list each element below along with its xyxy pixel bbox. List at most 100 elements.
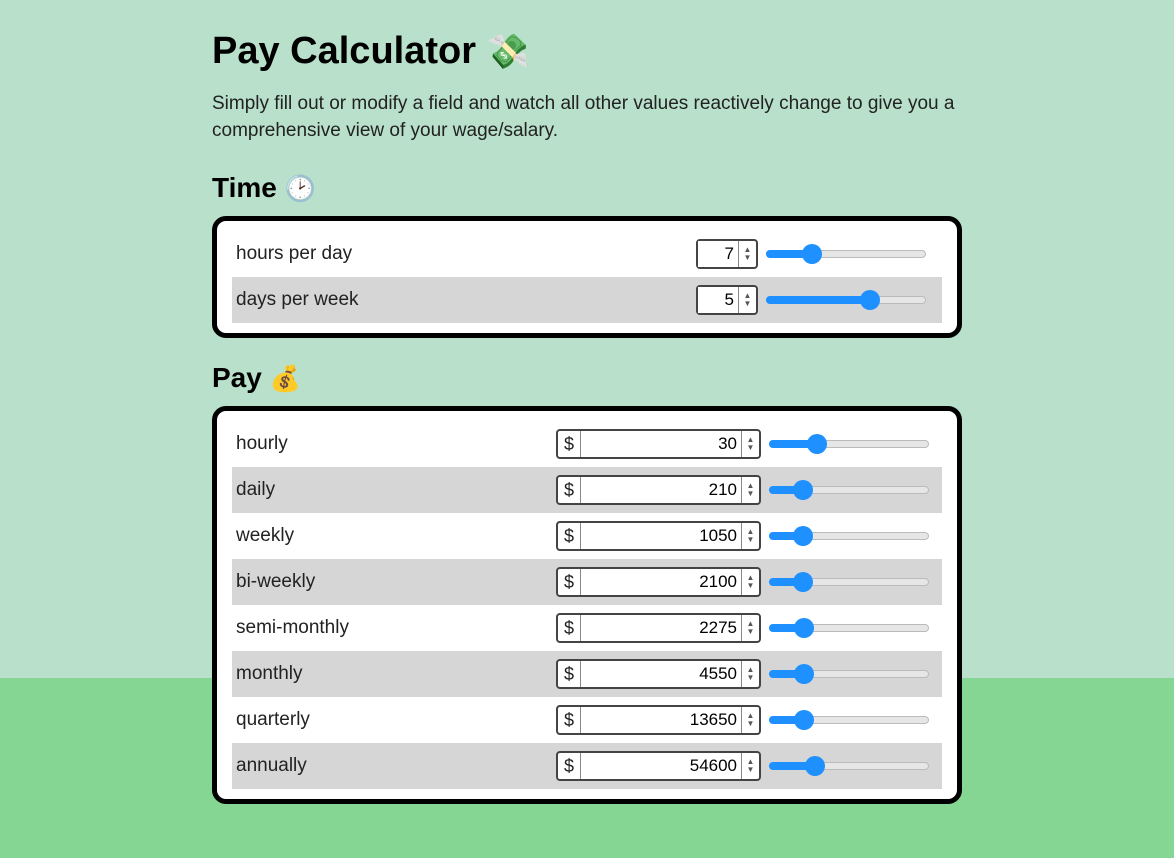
slider-thumb[interactable] [793,480,813,500]
spinner-down-icon[interactable]: ▼ [742,766,759,774]
pay-stepper[interactable]: $▲▼ [556,567,761,597]
spinner[interactable]: ▲▼ [741,523,759,549]
spinner-down-icon[interactable]: ▼ [742,674,759,682]
spinner-down-icon[interactable]: ▼ [742,444,759,452]
pay-input[interactable] [581,523,741,549]
slider-thumb[interactable] [805,756,825,776]
pay-stepper[interactable]: $ ▲▼ [556,521,761,551]
slider-thumb[interactable] [794,618,814,638]
pay-slider[interactable] [769,572,929,592]
slider-thumb[interactable] [793,526,813,546]
pay-input[interactable] [581,477,741,503]
title-text: Pay Calculator [212,30,476,72]
pay-row: bi-weekly$▲▼ [232,559,942,605]
pay-row: daily$ ▲▼ [232,467,942,513]
pay-slider[interactable] [769,618,929,638]
pay-input[interactable] [581,753,741,779]
spinner-down-icon[interactable]: ▼ [742,628,759,636]
pay-input[interactable] [581,431,741,457]
time-label: hours per day [236,243,696,265]
spinner-down-icon[interactable]: ▼ [739,254,756,262]
pay-row: annually$ ▲▼ [232,743,942,789]
pay-row: quarterly$ ▲▼ [232,697,942,743]
spinner-down-icon[interactable]: ▼ [742,582,759,590]
subtitle: Simply fill out or modify a field and wa… [212,91,962,144]
pay-slider[interactable] [769,434,929,454]
slider-fill [766,296,870,304]
pay-slider[interactable] [769,756,929,776]
slider-thumb[interactable] [860,290,880,310]
currency-prefix: $ [558,523,581,549]
pay-stepper[interactable]: $ ▲▼ [556,751,761,781]
pay-label: semi-monthly [236,617,556,639]
pay-label: annually [236,755,556,777]
pay-input[interactable] [581,615,741,641]
spinner[interactable]: ▲▼ [741,707,759,733]
spinner[interactable]: ▲▼ [741,753,759,779]
spinner-down-icon[interactable]: ▼ [742,720,759,728]
currency-prefix: $ [558,615,581,641]
time-heading-text: Time [212,172,277,203]
pay-stepper[interactable]: $ ▲▼ [556,705,761,735]
spinner[interactable]: ▲▼ [741,569,759,595]
spinner[interactable]: ▲▼ [738,287,756,313]
spinner-down-icon[interactable]: ▼ [739,300,756,308]
pay-stepper[interactable]: $ ▲▼ [556,659,761,689]
pay-input[interactable] [581,707,741,733]
pay-slider[interactable] [769,526,929,546]
pay-heading-text: Pay [212,362,262,393]
pay-stepper[interactable]: $ ▲▼ [556,613,761,643]
spinner-down-icon[interactable]: ▼ [742,536,759,544]
time-slider[interactable] [766,244,926,264]
currency-prefix: $ [558,431,581,457]
page-title: Pay Calculator 💸 [212,30,962,73]
spinner[interactable]: ▲▼ [741,661,759,687]
pay-slider[interactable] [769,664,929,684]
time-input[interactable] [698,241,738,267]
time-row: days per week ▲▼ [232,277,942,323]
time-stepper[interactable]: ▲▼ [696,239,758,269]
pay-slider[interactable] [769,710,929,730]
slider-thumb[interactable] [802,244,822,264]
time-slider[interactable] [766,290,926,310]
pay-input[interactable] [581,569,741,595]
moneybag-icon: 💰 [270,365,301,393]
slider-thumb[interactable] [793,572,813,592]
time-row: hours per day ▲▼ [232,231,942,277]
currency-prefix: $ [558,477,581,503]
spinner[interactable]: ▲▼ [741,615,759,641]
spinner[interactable]: ▲▼ [741,431,759,457]
slider-thumb[interactable] [794,664,814,684]
pay-stepper[interactable]: $ ▲▼ [556,429,761,459]
time-card: hours per day ▲▼ days per week ▲▼ [212,216,962,338]
currency-prefix: $ [558,753,581,779]
time-heading: Time 🕑 [212,172,962,204]
clock-icon: 🕑 [285,175,316,203]
pay-stepper[interactable]: $ ▲▼ [556,475,761,505]
pay-label: monthly [236,663,556,685]
pay-slider[interactable] [769,480,929,500]
pay-heading: Pay 💰 [212,362,962,394]
currency-prefix: $ [558,661,581,687]
time-label: days per week [236,289,696,311]
slider-thumb[interactable] [807,434,827,454]
pay-row: monthly$ ▲▼ [232,651,942,697]
pay-label: weekly [236,525,556,547]
slider-thumb[interactable] [794,710,814,730]
time-input[interactable] [698,287,738,313]
pay-label: daily [236,479,556,501]
pay-row: weekly$ ▲▼ [232,513,942,559]
time-stepper[interactable]: ▲▼ [696,285,758,315]
pay-label: hourly [236,433,556,455]
money-wings-icon: 💸 [487,33,530,71]
pay-label: bi-weekly [236,571,556,593]
spinner[interactable]: ▲▼ [741,477,759,503]
pay-input[interactable] [581,661,741,687]
spinner[interactable]: ▲▼ [738,241,756,267]
pay-card: hourly$▲▼daily$▲▼weekly$▲▼bi-weekly$▲▼se… [212,406,962,804]
pay-label: quarterly [236,709,556,731]
currency-prefix: $ [558,707,581,733]
pay-row: semi-monthly$ ▲▼ [232,605,942,651]
spinner-down-icon[interactable]: ▼ [742,490,759,498]
pay-row: hourly$ ▲▼ [232,421,942,467]
